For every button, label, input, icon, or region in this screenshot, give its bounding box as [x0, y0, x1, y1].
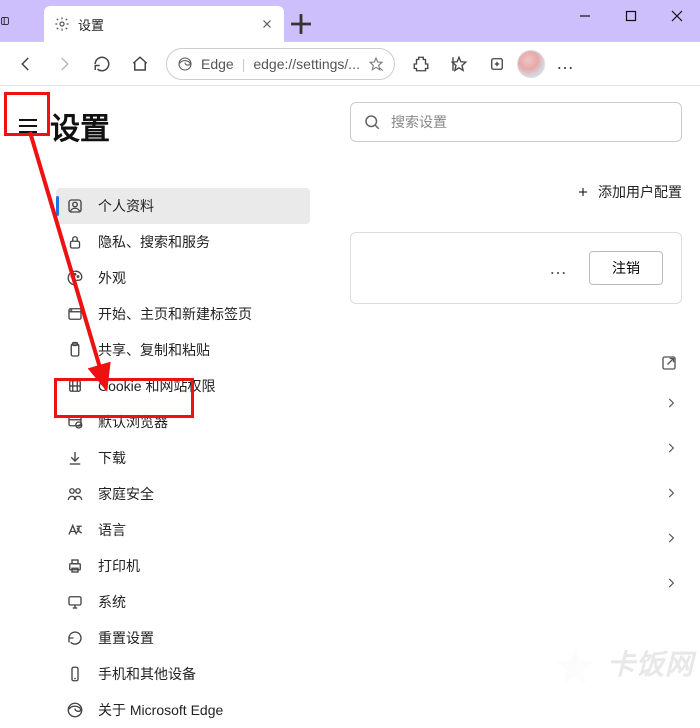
address-bar[interactable]: Edge | edge://settings/...: [166, 48, 395, 80]
extensions-button[interactable]: [403, 46, 439, 82]
section-chevrons: [664, 394, 678, 592]
nav-privacy[interactable]: 隐私、搜索和服务: [56, 224, 310, 260]
nav-printer[interactable]: 打印机: [56, 548, 310, 584]
back-button[interactable]: [8, 46, 44, 82]
forward-button[interactable]: [46, 46, 82, 82]
settings-search-input[interactable]: 搜索设置: [350, 102, 682, 142]
phone-icon: [66, 665, 84, 683]
nav-label: 系统: [98, 592, 126, 612]
hamburger-menu-button[interactable]: [16, 114, 40, 138]
logout-button[interactable]: 注销: [589, 251, 663, 285]
family-icon: [66, 485, 84, 503]
edge-icon: [66, 701, 84, 719]
profile-card: … 注销: [350, 232, 682, 304]
chevron-right-icon[interactable]: [664, 574, 678, 592]
tab-actions-icon[interactable]: [0, 0, 10, 42]
nav-profile[interactable]: 个人资料: [56, 188, 310, 224]
collections-button[interactable]: [479, 46, 515, 82]
favorites-button[interactable]: [441, 46, 477, 82]
watermark: 卡饭网: [552, 643, 694, 690]
clipboard-icon: [66, 341, 84, 359]
nav-label: 关于 Microsoft Edge: [98, 700, 223, 720]
nav-label: 默认浏览器: [98, 412, 168, 432]
nav-phone[interactable]: 手机和其他设备: [56, 656, 310, 692]
settings-sidebar: 设置 个人资料 隐私、搜索和服务 外观 开始、主页和新建标签页 共享、复制和粘贴: [0, 86, 340, 696]
search-placeholder: 搜索设置: [391, 112, 447, 132]
nav-label: 外观: [98, 268, 126, 288]
nav-reset[interactable]: 重置设置: [56, 620, 310, 656]
nav-label: 打印机: [98, 556, 140, 576]
add-profile-button[interactable]: 添加用户配置: [340, 182, 682, 202]
monitor-icon: [66, 593, 84, 611]
close-tab-icon[interactable]: [260, 17, 274, 31]
edge-logo-icon: [177, 56, 193, 72]
language-icon: [66, 521, 84, 539]
chevron-right-icon[interactable]: [664, 439, 678, 457]
profile-avatar[interactable]: [517, 50, 545, 78]
nav-label: 手机和其他设备: [98, 664, 196, 684]
chevron-right-icon[interactable]: [664, 394, 678, 412]
tab-title: 设置: [78, 15, 260, 34]
gear-icon: [54, 16, 70, 32]
window-controls: [562, 0, 700, 32]
home-button[interactable]: [122, 46, 158, 82]
nav-family[interactable]: 家庭安全: [56, 476, 310, 512]
nav-label: 开始、主页和新建标签页: [98, 304, 252, 324]
nav-about[interactable]: 关于 Microsoft Edge: [56, 692, 310, 728]
person-icon: [66, 197, 84, 215]
reset-icon: [66, 629, 84, 647]
settings-content: 搜索设置 添加用户配置 … 注销: [340, 86, 700, 696]
profile-more-button[interactable]: …: [541, 258, 575, 279]
external-link-icon[interactable]: [660, 354, 678, 377]
nav-label: 共享、复制和粘贴: [98, 340, 210, 360]
browser-check-icon: [66, 413, 84, 431]
nav-system[interactable]: 系统: [56, 584, 310, 620]
browser-toolbar: Edge | edge://settings/... …: [0, 42, 700, 86]
plus-icon: [576, 185, 590, 199]
chevron-right-icon[interactable]: [664, 529, 678, 547]
nav-label: 个人资料: [98, 196, 154, 216]
main-area: 设置 个人资料 隐私、搜索和服务 外观 开始、主页和新建标签页 共享、复制和粘贴: [0, 86, 700, 696]
nav-label: 语言: [98, 520, 126, 540]
nav-label: Cookie 和网站权限: [98, 376, 215, 396]
url-text: edge://settings/...: [253, 56, 360, 72]
browser-tab[interactable]: 设置: [44, 6, 284, 42]
nav-cookies[interactable]: Cookie 和网站权限: [56, 368, 310, 404]
nav-label: 重置设置: [98, 628, 154, 648]
search-icon: [363, 113, 381, 131]
close-window-button[interactable]: [654, 0, 700, 32]
printer-icon: [66, 557, 84, 575]
minimize-button[interactable]: [562, 0, 608, 32]
nav-label: 家庭安全: [98, 484, 154, 504]
settings-title: 设置: [50, 104, 110, 148]
chevron-right-icon[interactable]: [664, 484, 678, 502]
more-menu-button[interactable]: …: [547, 46, 583, 82]
nav-appearance[interactable]: 外观: [56, 260, 310, 296]
nav-downloads[interactable]: 下载: [56, 440, 310, 476]
settings-nav: 个人资料 隐私、搜索和服务 外观 开始、主页和新建标签页 共享、复制和粘贴 Co…: [0, 188, 340, 728]
maximize-button[interactable]: [608, 0, 654, 32]
nav-label: 隐私、搜索和服务: [98, 232, 210, 252]
palette-icon: [66, 269, 84, 287]
favorite-star-icon[interactable]: [368, 56, 384, 72]
nav-label: 下载: [98, 448, 126, 468]
edge-label: Edge: [201, 56, 234, 72]
nav-default-browser[interactable]: 默认浏览器: [56, 404, 310, 440]
nav-share[interactable]: 共享、复制和粘贴: [56, 332, 310, 368]
titlebar: 设置: [0, 0, 700, 42]
nav-language[interactable]: 语言: [56, 512, 310, 548]
nav-start[interactable]: 开始、主页和新建标签页: [56, 296, 310, 332]
new-tab-button[interactable]: [284, 6, 318, 42]
cookie-icon: [66, 377, 84, 395]
window-icon: [66, 305, 84, 323]
download-icon: [66, 449, 84, 467]
lock-icon: [66, 233, 84, 251]
refresh-button[interactable]: [84, 46, 120, 82]
